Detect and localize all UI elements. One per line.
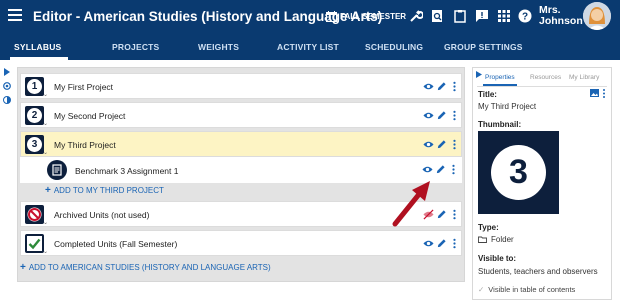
semester-label: FALL SEMESTER: [340, 12, 407, 21]
semester-selector[interactable]: FALL SEMESTER: [326, 11, 406, 22]
add-to-project-label: ADD TO MY THIRD PROJECT: [53, 186, 164, 195]
more-vertical-icon[interactable]: [602, 89, 606, 98]
more-vertical-icon[interactable]: [449, 209, 460, 220]
visible-to-value: Students, teachers and observers: [478, 267, 598, 276]
apps-grid-icon[interactable]: [497, 9, 511, 23]
more-vertical-icon[interactable]: [449, 110, 460, 121]
chevron-down-icon[interactable]: ⌄: [43, 248, 48, 255]
tab-projects[interactable]: PROJECTS: [112, 42, 159, 52]
toc-label: Visible in table of contents: [488, 285, 576, 294]
tab-activity-list[interactable]: ACTIVITY LIST: [277, 42, 339, 52]
chevron-down-icon[interactable]: ⌄: [43, 91, 48, 98]
assignment-icon: [47, 160, 67, 180]
search-document-icon[interactable]: [431, 9, 445, 23]
completed-row[interactable]: ⌄ Completed Units (Fall Semester): [20, 230, 462, 256]
unit-number-badge: 3: [25, 135, 44, 154]
divider: [477, 86, 607, 87]
unit-number-badge: 1: [25, 77, 44, 96]
unit-row[interactable]: 1 ⌄ My First Project: [20, 73, 462, 99]
unit-label: My First Project: [54, 82, 114, 92]
tab-group-settings[interactable]: GROUP SETTINGS: [444, 42, 523, 52]
more-vertical-icon[interactable]: [449, 238, 460, 249]
thumbnail-label: Thumbnail:: [478, 120, 522, 129]
feedback-icon[interactable]: [475, 9, 489, 23]
tab-scheduling[interactable]: SCHEDULING: [365, 42, 423, 52]
svg-text:?: ?: [522, 12, 528, 23]
eye-icon[interactable]: [423, 81, 434, 92]
add-to-course-label: ADD TO AMERICAN STUDIES (HISTORY AND LAN…: [28, 263, 271, 272]
wrench-icon[interactable]: [409, 9, 423, 23]
tab-resources[interactable]: Resources: [530, 74, 561, 81]
user-avatar-icon: [583, 2, 611, 30]
more-vertical-icon[interactable]: [448, 164, 459, 175]
type-label: Type:: [478, 223, 499, 232]
contrast-icon[interactable]: [3, 96, 11, 104]
user-name[interactable]: Mrs. Johnson: [539, 5, 583, 27]
chevron-down-icon[interactable]: ⌄: [43, 120, 48, 127]
help-icon[interactable]: ?: [518, 9, 532, 23]
title-label: Title:: [478, 90, 497, 99]
pencil-icon[interactable]: [436, 110, 447, 121]
add-to-course-link[interactable]: + ADD TO AMERICAN STUDIES (HISTORY AND LA…: [20, 262, 271, 273]
unit-row[interactable]: 2 ⌄ My Second Project: [20, 102, 462, 128]
menu-icon[interactable]: [8, 9, 22, 21]
pencil-icon[interactable]: [436, 139, 447, 150]
unit-label: My Third Project: [54, 140, 116, 150]
collapse-arrow-icon[interactable]: [476, 71, 482, 78]
user-last: Johnson: [539, 15, 583, 27]
thumbnail-number: 3: [491, 145, 546, 200]
eye-icon[interactable]: [423, 110, 434, 121]
pencil-icon[interactable]: [436, 238, 447, 249]
clipboard-icon[interactable]: [453, 9, 467, 23]
pencil-icon[interactable]: [436, 209, 447, 220]
more-vertical-icon[interactable]: [449, 81, 460, 92]
tab-my-library[interactable]: My Library: [569, 74, 599, 81]
unit-row-selected[interactable]: 3 ⌄ My Third Project: [20, 131, 462, 157]
eye-icon[interactable]: [423, 139, 434, 150]
pencil-icon[interactable]: [436, 81, 447, 92]
toc-checkbox[interactable]: ✓ Visible in table of contents: [478, 285, 575, 294]
unit-label: My Second Project: [54, 111, 126, 121]
archived-badge: [25, 205, 44, 224]
eye-icon[interactable]: [423, 238, 434, 249]
completed-badge: [25, 234, 44, 253]
top-bar: Editor - American Studies (History and L…: [0, 0, 620, 33]
eye-icon[interactable]: [422, 164, 433, 175]
title-value: My Third Project: [478, 102, 537, 111]
pencil-icon[interactable]: [435, 164, 446, 175]
more-vertical-icon[interactable]: [449, 139, 460, 150]
unit-label: Archived Units (not used): [54, 210, 150, 220]
activity-label: Benchmark 3 Assignment 1: [75, 166, 179, 176]
chevron-down-icon[interactable]: ⌄: [43, 219, 48, 226]
tab-bar: SYLLABUS PROJECTS WEIGHTS ACTIVITY LIST …: [0, 33, 620, 60]
properties-panel: Properties Resources My Library Title: M…: [472, 67, 612, 300]
chevron-down-icon[interactable]: ⌄: [43, 149, 48, 156]
expand-arrow-icon[interactable]: [3, 68, 11, 76]
calendar-icon: [326, 11, 337, 22]
tab-syllabus[interactable]: SYLLABUS: [14, 42, 61, 52]
tab-properties[interactable]: Properties: [485, 74, 515, 81]
annotation-arrow: [392, 181, 430, 227]
add-to-project-link[interactable]: + ADD TO MY THIRD PROJECT: [45, 185, 164, 196]
thumbnail-image[interactable]: 3: [478, 131, 559, 214]
type-value: Folder: [491, 235, 514, 244]
checkmark-icon: ✓: [478, 285, 485, 294]
tab-weights[interactable]: WEIGHTS: [198, 42, 239, 52]
target-icon[interactable]: [3, 82, 11, 90]
folder-icon: [478, 236, 487, 243]
avatar[interactable]: [583, 2, 611, 30]
left-rail: [0, 60, 14, 300]
unit-label: Completed Units (Fall Semester): [54, 239, 178, 249]
image-icon[interactable]: [590, 89, 599, 97]
unit-number-badge: 2: [25, 106, 44, 125]
visible-to-label: Visible to:: [478, 254, 517, 263]
